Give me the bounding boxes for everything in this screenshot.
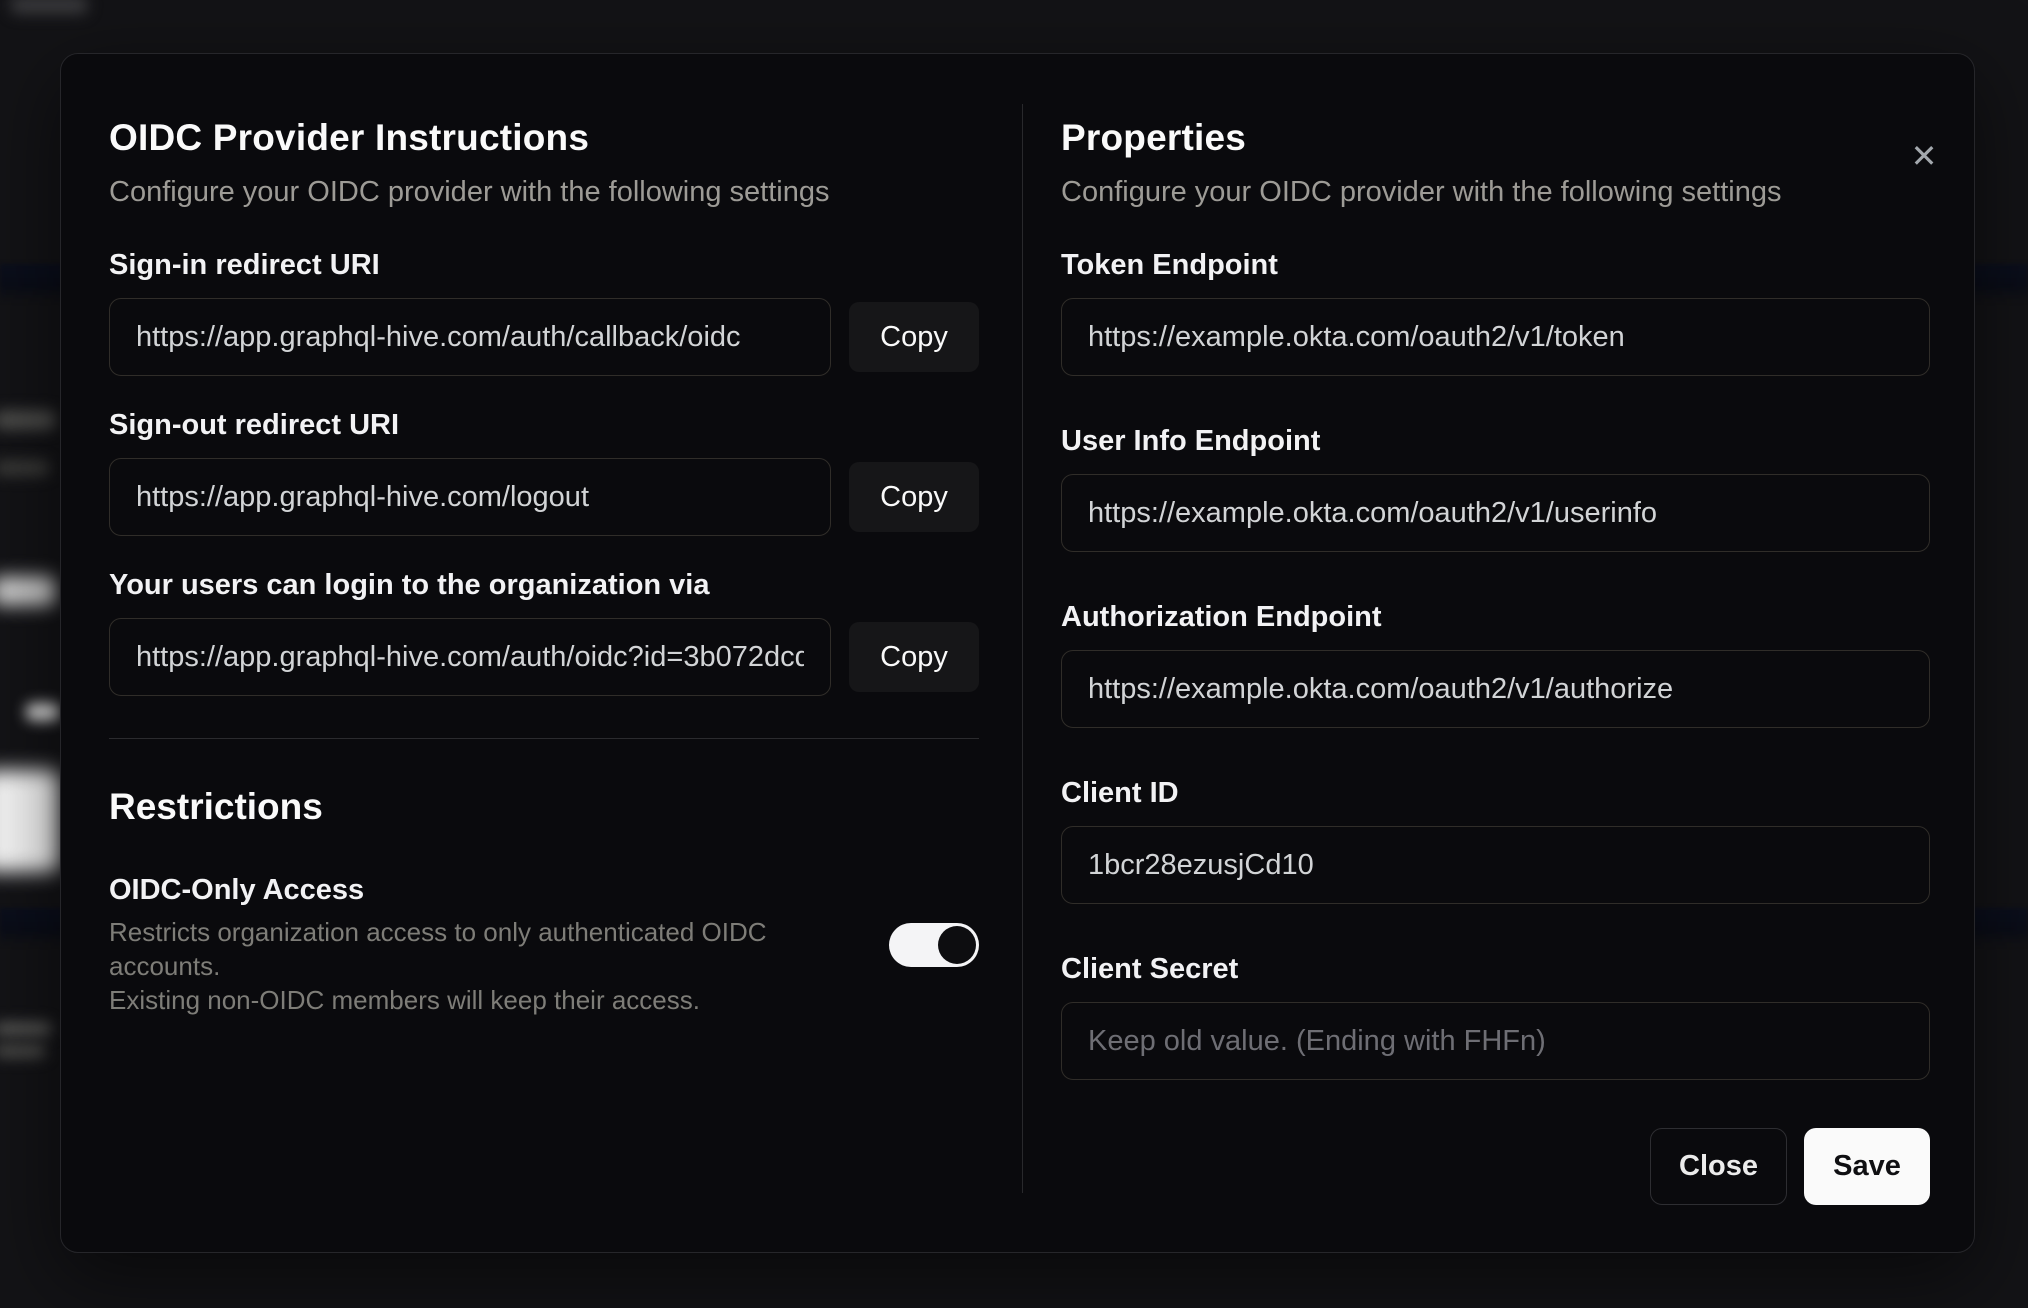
field-label: Your users can login to the organization… [109,569,710,601]
backdrop-blur-shape [0,1044,46,1058]
sign-out-redirect-field: Sign-out redirect URI Copy [109,408,979,536]
backdrop-blur-shape [26,703,60,721]
copy-button[interactable]: Copy [849,622,979,692]
field-label: Authorization Endpoint [1061,601,1382,633]
section-subtitle: Configure your OIDC provider with the fo… [1061,176,1782,208]
save-button[interactable]: Save [1804,1128,1930,1205]
userinfo-endpoint-field: User Info Endpoint [1061,424,1930,552]
backdrop-blur-shape [0,770,60,872]
screen: ✕ OIDC Provider Instructions Configure y… [0,0,2028,1308]
oidc-only-access-label: OIDC-Only Access [109,874,365,906]
login-url-input[interactable] [109,618,831,696]
sign-in-redirect-field: Sign-in redirect URI Copy [109,248,979,376]
oidc-only-access-text: OIDC-Only Access Restricts organization … [109,873,839,1017]
oidc-only-toggle[interactable] [889,923,979,967]
field-label: Sign-out redirect URI [109,409,400,441]
oidc-settings-dialog: ✕ OIDC Provider Instructions Configure y… [60,53,1975,1253]
dialog-actions: Close Save [1061,1128,1930,1205]
copy-button[interactable]: Copy [849,462,979,532]
backdrop-blur-shape [10,0,88,14]
section-title: Properties [1061,117,1247,158]
properties-section: Properties Configure your OIDC provider … [1023,54,1974,1252]
sign-in-redirect-input[interactable] [109,298,831,376]
section-title: OIDC Provider Instructions [109,117,590,158]
login-url-field: Your users can login to the organization… [109,568,979,696]
section-subtitle: Configure your OIDC provider with the fo… [109,176,830,208]
sign-out-redirect-input[interactable] [109,458,831,536]
client-id-field: Client ID [1061,776,1930,904]
oidc-only-access-row: OIDC-Only Access Restricts organization … [109,873,979,1017]
backdrop-blur-shape [0,576,56,606]
backdrop-blur-shape [0,1022,52,1036]
close-button[interactable]: Close [1650,1128,1787,1205]
userinfo-endpoint-input[interactable] [1061,474,1930,552]
backdrop-blur-shape [0,460,50,476]
restrictions-title: Restrictions [109,786,323,827]
copy-button[interactable]: Copy [849,302,979,372]
backdrop-blur-shape [0,410,56,430]
description-line: Restricts organization access to only au… [109,917,767,981]
authorization-endpoint-input[interactable] [1061,650,1930,728]
toggle-knob [938,926,976,964]
description-line: Existing non-OIDC members will keep thei… [109,985,700,1015]
field-label: Client ID [1061,777,1179,809]
provider-instructions-section: OIDC Provider Instructions Configure you… [61,54,1022,1252]
field-label: Token Endpoint [1061,249,1278,281]
client-secret-field: Client Secret [1061,952,1930,1080]
field-label: Sign-in redirect URI [109,249,380,281]
field-label: User Info Endpoint [1061,425,1321,457]
section-divider [109,738,979,739]
client-secret-input[interactable] [1061,1002,1930,1080]
token-endpoint-input[interactable] [1061,298,1930,376]
token-endpoint-field: Token Endpoint [1061,248,1930,376]
authorization-endpoint-field: Authorization Endpoint [1061,600,1930,728]
oidc-only-access-description: Restricts organization access to only au… [109,915,839,1017]
client-id-input[interactable] [1061,826,1930,904]
field-label: Client Secret [1061,953,1239,985]
